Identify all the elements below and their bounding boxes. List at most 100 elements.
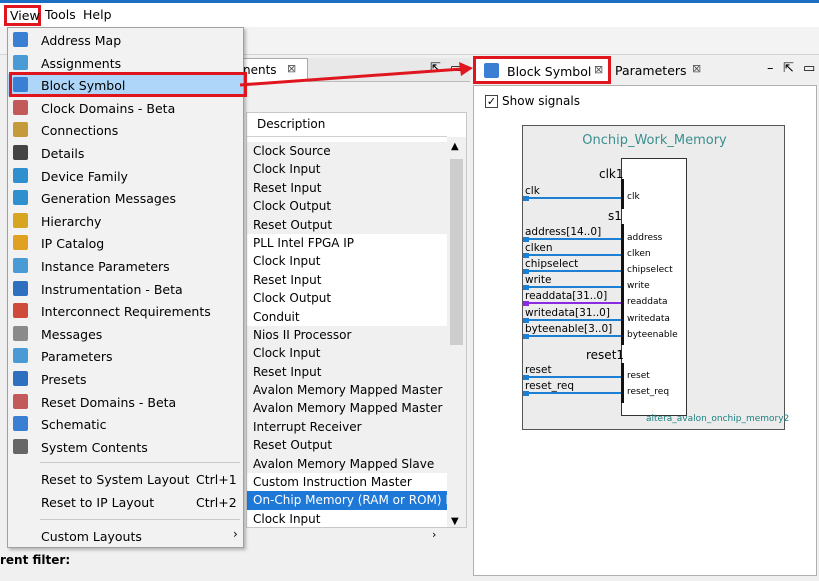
vertical-scrollbar[interactable]: ▲ ▼	[447, 137, 466, 527]
menu-item-schematic[interactable]: schematic-icon Schematic	[8, 413, 243, 435]
maximize-icon[interactable]: ▭	[803, 61, 815, 76]
menu-item-reset-to-ip-layout[interactable]: Reset to IP Layout Ctrl+2	[8, 491, 243, 513]
component-symbol[interactable]: Onchip_Work_Memory altera_avalon_onchip_…	[522, 125, 789, 430]
checkbox-box[interactable]: ✓	[485, 95, 498, 108]
menu-item-messages[interactable]: messages-icon Messages	[8, 323, 243, 345]
menu-item-custom-layouts[interactable]: Custom Layouts ›	[8, 525, 243, 547]
table-row[interactable]: Reset Input	[247, 271, 447, 289]
table-row[interactable]: Clock Output	[247, 197, 447, 216]
table-row[interactable]: PLL Intel FPGA IP	[247, 234, 447, 252]
tab-components-label: nents	[243, 63, 277, 77]
menu-help[interactable]: Help	[83, 7, 112, 22]
menu-item-label: Presets	[41, 372, 87, 387]
tab-parameters[interactable]: Parameters	[615, 58, 687, 78]
generation-messages-icon: generation-messages-icon	[13, 190, 28, 206]
signal-wire	[523, 197, 621, 199]
menu-item-parameters[interactable]: parameters-icon Parameters	[8, 345, 243, 367]
table-row[interactable]: Reset Input	[247, 178, 447, 198]
menu-item-label: System Contents	[41, 439, 148, 455]
menu-item-assignments[interactable]: assignments-icon Assignments	[8, 52, 243, 74]
menu-item-details[interactable]: details-icon Details	[8, 142, 243, 164]
menu-item-shortcut: Ctrl+1	[196, 472, 237, 488]
detach-icon[interactable]: ⇱	[783, 61, 794, 76]
assignments-icon: assignments-icon	[13, 54, 28, 70]
menu-tools[interactable]: Tools	[45, 7, 76, 22]
table-row[interactable]: Clock Output	[247, 289, 447, 307]
menu-item-connections[interactable]: connections-icon Connections	[8, 119, 243, 141]
internal-signal-label: byteenable	[627, 330, 678, 340]
current-filter-label: rent filter:	[0, 553, 71, 567]
scroll-up-icon[interactable]: ▲	[451, 141, 459, 152]
scroll-down-icon[interactable]: ▼	[451, 516, 459, 527]
menu-item-interconnect-requirements[interactable]: interconnect-icon Interconnect Requiremen…	[8, 300, 243, 322]
interface-bar	[621, 363, 624, 403]
reset-domains-icon: reset-domains-icon	[13, 393, 28, 409]
table-row[interactable]: Avalon Memory Mapped Master	[247, 399, 447, 418]
details-icon: details-icon	[13, 145, 28, 160]
column-header-description[interactable]: Description	[247, 113, 447, 137]
table-row[interactable]: Clock Source	[247, 142, 447, 161]
menu-item-ip-catalog[interactable]: ip-catalog-icon IP Catalog	[8, 232, 243, 254]
menu-item-hierarchy[interactable]: hierarchy-icon Hierarchy	[8, 210, 243, 232]
device-family-icon: device-family-icon	[13, 167, 28, 183]
table-row[interactable]: Clock Input	[247, 510, 447, 527]
table-row[interactable]: Avalon Memory Mapped Master	[247, 381, 447, 400]
menu-separator	[40, 462, 240, 464]
internal-signal-label: address	[627, 233, 663, 243]
menu-item-reset-to-system-layout[interactable]: Reset to System Layout Ctrl+1	[8, 468, 243, 490]
menu-item-clock-domains-beta[interactable]: clock-domains-icon Clock Domains - Beta	[8, 97, 243, 119]
signal-pin	[523, 196, 529, 201]
table-row[interactable]: Custom Instruction Master	[247, 473, 447, 491]
table-row[interactable]: Clock Input	[247, 160, 447, 179]
tab-block-symbol[interactable]: Block Symbol ⊠	[473, 56, 611, 84]
close-icon[interactable]: ⊠	[594, 63, 603, 76]
close-icon[interactable]: ⊠	[287, 62, 296, 75]
table-row[interactable]: On-Chip Memory (RAM or ROM) Inte	[247, 491, 466, 510]
table-row[interactable]: Reset Input	[247, 362, 447, 382]
system-contents-icon: system-contents-icon	[13, 438, 28, 454]
interconnect-icon: interconnect-icon	[13, 303, 28, 319]
menu-item-address-map[interactable]: address-map-icon Address Map	[8, 29, 243, 51]
table-row[interactable]: Conduit	[247, 308, 447, 326]
menu-item-instrumentation-beta[interactable]: instrumentation-icon Instrumentation - Be…	[8, 278, 243, 300]
tab-components[interactable]: nents ⊠	[240, 58, 308, 82]
menu-view[interactable]: View	[4, 5, 41, 26]
show-signals-label: Show signals	[502, 94, 580, 108]
menu-item-presets[interactable]: presets-icon Presets	[8, 368, 243, 390]
menu-item-label: Details	[41, 146, 85, 161]
minimize-icon[interactable]: ▭	[450, 61, 462, 76]
menu-item-label: Address Map	[41, 33, 122, 48]
table-row[interactable]: Clock Input	[247, 252, 447, 270]
menu-item-label: Clock Domains - Beta	[41, 100, 176, 116]
scrollbar-thumb[interactable]	[450, 159, 463, 345]
menu-item-reset-domains-beta[interactable]: reset-domains-icon Reset Domains - Beta	[8, 391, 243, 413]
instrumentation-icon: instrumentation-icon	[13, 280, 28, 296]
menubar: View Tools Help	[0, 3, 819, 27]
connections-icon: connections-icon	[13, 122, 28, 138]
interface-label: reset1	[586, 348, 625, 362]
table-row[interactable]: Reset Output	[247, 215, 447, 234]
table-row[interactable]: Reset Output	[247, 436, 447, 455]
menu-item-device-family[interactable]: device-family-icon Device Family	[8, 165, 243, 187]
table-row[interactable]: Nios II Processor	[247, 325, 447, 345]
table-row[interactable]: Avalon Memory Mapped Slave	[247, 454, 447, 474]
close-icon[interactable]: ⊠	[692, 62, 701, 75]
scroll-right-icon[interactable]: ›	[432, 528, 436, 541]
menu-item-instance-parameters[interactable]: instance-parameters-icon Instance Paramet…	[8, 255, 243, 277]
external-signal-label: chipselect	[525, 258, 579, 270]
menu-item-label: Device Family	[41, 168, 128, 184]
signal-wire	[523, 392, 621, 394]
signal-wire	[523, 286, 621, 288]
signal-wire	[523, 319, 621, 321]
menu-item-system-contents[interactable]: system-contents-icon System Contents	[8, 436, 243, 458]
internal-signal-label: reset_req	[627, 387, 670, 397]
menu-item-label: Reset to IP Layout	[41, 495, 155, 510]
table-row[interactable]: Clock Input	[247, 344, 447, 363]
minimize-icon[interactable]: –	[767, 61, 774, 76]
view-menu-dropdown: address-map-icon Address Map assignments-i…	[7, 27, 247, 548]
messages-icon: messages-icon	[13, 325, 28, 341]
system-contents-table: Description Clock Source Clock Input Reset…	[246, 112, 467, 528]
menu-item-generation-messages[interactable]: generation-messages-icon Generation Messa…	[8, 187, 243, 209]
table-row[interactable]: Interrupt Receiver	[247, 417, 447, 437]
detach-icon[interactable]: ⇱	[430, 61, 441, 76]
